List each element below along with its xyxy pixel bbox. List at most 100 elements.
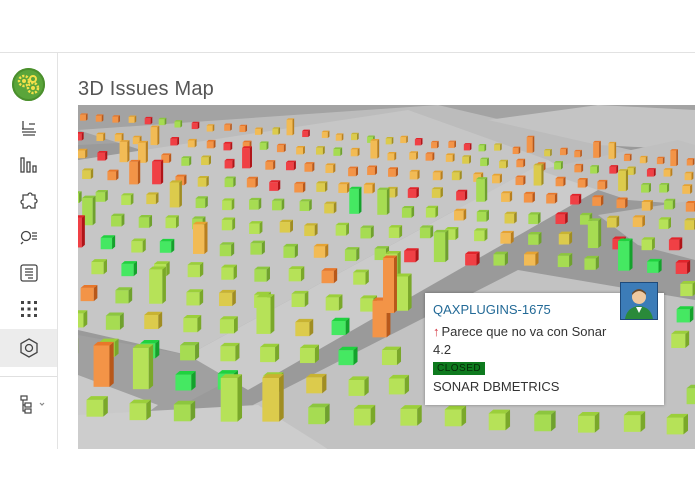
issue-cube[interactable] bbox=[321, 268, 338, 284]
sidebar-item-hierarchy[interactable] bbox=[17, 392, 47, 416]
issue-cube[interactable] bbox=[425, 152, 435, 161]
issue-cube[interactable] bbox=[686, 384, 695, 405]
issue-cube[interactable] bbox=[201, 155, 211, 166]
issue-cube[interactable] bbox=[574, 163, 584, 173]
issue-cube[interactable] bbox=[169, 180, 182, 208]
issue-cube[interactable] bbox=[239, 124, 248, 133]
issue-cube[interactable] bbox=[360, 225, 374, 239]
issue-cube[interactable] bbox=[313, 243, 329, 258]
issue-cube[interactable] bbox=[528, 231, 542, 245]
issue-cube[interactable] bbox=[401, 205, 415, 218]
issue-cube[interactable] bbox=[618, 169, 629, 192]
issue-cube[interactable] bbox=[577, 178, 588, 188]
issue-cube[interactable] bbox=[425, 205, 439, 218]
issue-cube[interactable] bbox=[480, 157, 489, 167]
issue-cube[interactable] bbox=[286, 118, 295, 136]
issue-cube[interactable] bbox=[623, 411, 646, 432]
issue-cube[interactable] bbox=[641, 183, 651, 193]
issue-cube[interactable] bbox=[112, 115, 120, 123]
issue-cube[interactable] bbox=[474, 228, 488, 242]
issue-cube[interactable] bbox=[269, 180, 281, 191]
issue-cube[interactable] bbox=[221, 264, 237, 280]
issue-cube[interactable] bbox=[597, 179, 608, 190]
issue-cube[interactable] bbox=[344, 247, 360, 262]
issue-cube[interactable] bbox=[557, 253, 573, 268]
issue-cube[interactable] bbox=[304, 223, 318, 237]
issues-3d-map[interactable]: QAXPLUGINS-1675 ↑ Parece que no va con So… bbox=[78, 105, 695, 449]
sidebar-item-measures[interactable] bbox=[17, 153, 41, 177]
issue-cube[interactable] bbox=[78, 215, 85, 248]
issue-cube[interactable] bbox=[294, 181, 306, 193]
issue-cube[interactable] bbox=[404, 248, 419, 263]
issue-cube[interactable] bbox=[353, 269, 369, 285]
issue-cube[interactable] bbox=[149, 266, 166, 304]
issue-cube[interactable] bbox=[191, 121, 200, 130]
issue-cube[interactable] bbox=[150, 125, 160, 146]
issue-cube[interactable] bbox=[394, 273, 412, 311]
issue-cube[interactable] bbox=[144, 311, 163, 330]
issue-cube[interactable] bbox=[221, 217, 236, 231]
issue-cube[interactable] bbox=[78, 148, 88, 159]
issue-cube[interactable] bbox=[686, 158, 695, 166]
issue-cube[interactable] bbox=[544, 148, 552, 157]
issue-cube[interactable] bbox=[121, 193, 134, 206]
sidebar-item-reports[interactable] bbox=[17, 261, 41, 285]
issue-cube[interactable] bbox=[325, 163, 336, 173]
issue-cube[interactable] bbox=[224, 176, 236, 188]
issue-cube[interactable] bbox=[174, 120, 183, 128]
issue-cube[interactable] bbox=[516, 158, 526, 168]
issue-cube[interactable] bbox=[333, 147, 343, 156]
issue-cube[interactable] bbox=[95, 190, 108, 202]
issue-cube[interactable] bbox=[590, 165, 599, 174]
issue-cube[interactable] bbox=[558, 231, 573, 245]
issue-cube[interactable] bbox=[78, 191, 82, 203]
issue-cube[interactable] bbox=[462, 155, 471, 164]
issue-cube[interactable] bbox=[107, 169, 119, 181]
issue-cube[interactable] bbox=[646, 168, 656, 177]
issue-cube[interactable] bbox=[242, 146, 252, 169]
issue-cube[interactable] bbox=[119, 140, 130, 163]
issue-cube[interactable] bbox=[593, 140, 601, 158]
issue-cube[interactable] bbox=[224, 158, 235, 169]
issue-cube[interactable] bbox=[338, 346, 358, 366]
issue-cube[interactable] bbox=[170, 137, 180, 146]
issue-cube[interactable] bbox=[131, 238, 146, 253]
issue-cube[interactable] bbox=[93, 341, 114, 387]
issue-cube[interactable] bbox=[295, 318, 314, 337]
issue-cube[interactable] bbox=[388, 225, 403, 238]
issue-cube[interactable] bbox=[407, 187, 419, 198]
issue-cube[interactable] bbox=[260, 343, 280, 363]
issue-cube[interactable] bbox=[299, 199, 312, 212]
issue-cube[interactable] bbox=[335, 133, 344, 141]
issue-cube[interactable] bbox=[291, 290, 309, 308]
issue-cube[interactable] bbox=[385, 137, 394, 145]
issue-cube[interactable] bbox=[618, 238, 633, 271]
issue-cube[interactable] bbox=[363, 182, 375, 194]
issue-cube[interactable] bbox=[265, 160, 276, 170]
issue-cube[interactable] bbox=[350, 147, 360, 157]
issue-cube[interactable] bbox=[639, 155, 648, 164]
issue-cube[interactable] bbox=[111, 213, 125, 227]
issue-cube[interactable] bbox=[444, 405, 467, 427]
issue-cube[interactable] bbox=[684, 218, 695, 230]
issue-cube[interactable] bbox=[138, 140, 148, 163]
issue-cube[interactable] bbox=[175, 371, 196, 391]
issue-cube[interactable] bbox=[587, 218, 602, 249]
issue-cube[interactable] bbox=[668, 237, 683, 251]
issue-cube[interactable] bbox=[262, 374, 284, 422]
issue-cube[interactable] bbox=[223, 141, 233, 151]
issue-cube[interactable] bbox=[144, 116, 153, 125]
issue-cube[interactable] bbox=[377, 187, 390, 215]
issue-cube[interactable] bbox=[675, 260, 691, 274]
issue-cube[interactable] bbox=[321, 130, 330, 138]
issue-cube[interactable] bbox=[193, 221, 208, 254]
issue-cube[interactable] bbox=[671, 330, 690, 348]
issue-cube[interactable] bbox=[349, 186, 362, 214]
issue-cube[interactable] bbox=[78, 310, 88, 328]
issue-cube[interactable] bbox=[222, 198, 235, 211]
issue-cube[interactable] bbox=[676, 306, 694, 323]
issue-cube[interactable] bbox=[494, 143, 502, 151]
issue-cube[interactable] bbox=[574, 149, 582, 158]
issue-cube[interactable] bbox=[224, 123, 232, 131]
issue-cube[interactable] bbox=[276, 143, 286, 153]
